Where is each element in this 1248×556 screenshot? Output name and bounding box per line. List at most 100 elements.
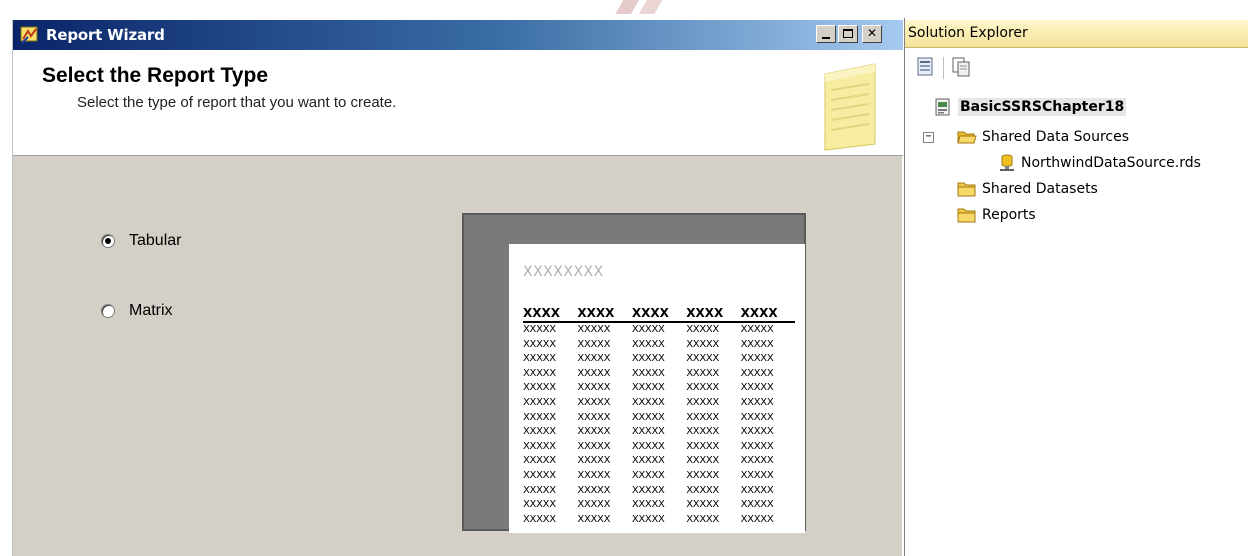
preview-row: XXXXX XXXXX XXXXX XXXXX XXXXX — [523, 352, 795, 367]
preview-cell: XXXXX — [523, 411, 556, 423]
preview-cell: XXXXX — [523, 338, 556, 350]
preview-row: XXXXX XXXXX XXXXX XXXXX XXXXX — [523, 513, 795, 528]
page-title: Select the Report Type — [42, 64, 268, 87]
preview-cell: XXXXX — [577, 513, 611, 525]
preview-cell: XXXXX — [740, 469, 774, 481]
preview-cell: XXXXX — [631, 455, 665, 467]
preview-cell: XXXXX — [686, 367, 719, 379]
solution-explorer-toolbar — [905, 48, 1248, 88]
preview-title: XXXXXXXX — [523, 264, 604, 280]
preview-cell: XXXXX — [577, 324, 611, 335]
reports-label: Reports — [982, 207, 1036, 223]
preview-cell: XXXXX — [740, 455, 774, 467]
minimize-icon — [822, 37, 830, 39]
preview-cell: XXXXX — [631, 396, 665, 408]
show-all-files-icon[interactable] — [951, 56, 973, 78]
preview-cell: XXXXX — [740, 411, 774, 423]
preview-row: XXXXX XXXXX XXXXX XXXXX XXXXX — [523, 396, 795, 411]
preview-cell: XXXXX — [631, 367, 665, 379]
preview-cell: XXXXX — [577, 382, 611, 394]
preview-row: XXXXX XXXXX XXXXX XXXXX XXXXX — [523, 484, 795, 499]
preview-header-cell: XXXX — [686, 306, 724, 320]
preview-row: XXXXX XXXXX XXXXX XXXXX XXXXX — [523, 454, 795, 469]
preview-cell: XXXXX — [686, 324, 719, 335]
window-title: Report Wizard — [46, 26, 165, 44]
preview-header-row: XXXX XXXX XXXX XXXX XXXX — [523, 306, 795, 323]
properties-icon[interactable] — [915, 56, 937, 78]
preview-cell: XXXXX — [631, 411, 665, 423]
report-type-matrix[interactable]: Matrix — [101, 302, 173, 320]
preview-cell: XXXXX — [523, 324, 556, 335]
preview-cell: XXXXX — [740, 440, 774, 452]
preview-cell: XXXXX — [686, 426, 719, 438]
minimize-button[interactable] — [816, 25, 836, 43]
report-wizard-window: Report Wizard ✕ Select the Report Type S… — [12, 20, 903, 556]
preview-header-cell: XXXX — [740, 306, 778, 320]
close-button[interactable]: ✕ — [862, 25, 882, 43]
preview-cell: XXXXX — [523, 367, 556, 379]
tree-item-shared-datasets[interactable]: Shared Datasets — [957, 178, 1098, 200]
preview-body: XXXXX XXXXX XXXXX XXXXX XXXXX XXXXX XXXXX XXXXX… — [523, 323, 795, 527]
preview-cell: XXXXX — [523, 440, 556, 452]
preview-cell: XXXXX — [686, 338, 719, 350]
matrix-radio[interactable] — [101, 304, 115, 318]
preview-cell: XXXXX — [686, 455, 719, 467]
preview-row: XXXXX XXXXX XXXXX XXXXX XXXXX — [523, 425, 795, 440]
tabular-label: Tabular — [129, 232, 182, 249]
preview-cell: XXXXX — [631, 353, 665, 365]
preview-cell: XXXXX — [577, 338, 611, 350]
report-preview: XXXXXXXX XXXX XXXX XXXX XXXX XXXX XXXXX X… — [462, 213, 806, 533]
solution-explorer-title: Solution Explorer — [908, 25, 1028, 41]
matrix-label: Matrix — [129, 302, 173, 319]
preview-cell: XXXXX — [631, 513, 665, 525]
preview-cell: XXXXX — [523, 382, 556, 394]
preview-header-cell: XXXX — [577, 306, 615, 320]
solution-explorer-title-bar[interactable]: Solution Explorer — [905, 20, 1248, 48]
wizard-header: Select the Report Type Select the type o… — [13, 50, 903, 156]
toolbar-separator — [943, 57, 944, 79]
preview-cell: XXXXX — [523, 353, 556, 365]
preview-row: XXXXX XXXXX XXXXX XXXXX XXXXX — [523, 498, 795, 513]
preview-page: XXXXXXXX XXXX XXXX XXXX XXXX XXXX XXXXX X… — [509, 244, 805, 533]
preview-cell: XXXXX — [686, 411, 719, 423]
close-icon: ✕ — [866, 26, 878, 40]
report-type-tabular[interactable]: Tabular — [101, 232, 181, 250]
preview-cell: XXXXX — [740, 513, 774, 525]
preview-cell: XXXXX — [631, 469, 665, 481]
maximize-icon — [843, 29, 853, 38]
preview-cell: XXXXX — [577, 440, 611, 452]
preview-cell: XXXXX — [631, 382, 665, 394]
preview-cell: XXXXX — [523, 426, 556, 438]
folder-icon — [957, 208, 976, 223]
preview-cell: XXXXX — [686, 440, 719, 452]
preview-cell: XXXXX — [631, 338, 665, 350]
preview-table: XXXX XXXX XXXX XXXX XXXX XXXXX XXXXX XXXXX… — [523, 306, 795, 527]
preview-cell: XXXXX — [577, 484, 611, 496]
preview-cell: XXXXX — [523, 499, 556, 511]
preview-cell: XXXXX — [523, 513, 556, 525]
project-icon — [935, 98, 950, 116]
project-label: BasicSSRSChapter18 — [958, 98, 1127, 116]
tree-item-project[interactable]: BasicSSRSChapter18 — [933, 96, 1127, 118]
tree-item-reports[interactable]: Reports — [957, 204, 1036, 226]
preview-cell: XXXXX — [686, 396, 719, 408]
tabular-radio[interactable] — [101, 234, 115, 248]
tree-item-shared-data-sources[interactable]: Shared Data Sources — [957, 126, 1129, 148]
tree-item-data-source-file[interactable]: NorthwindDataSource.rds — [998, 152, 1201, 174]
collapse-icon[interactable]: − — [923, 132, 934, 143]
preview-cell: XXXXX — [740, 484, 774, 496]
preview-cell: XXXXX — [631, 440, 665, 452]
preview-header-cell: XXXX — [631, 306, 669, 320]
preview-row: XXXXX XXXXX XXXXX XXXXX XXXXX — [523, 338, 795, 353]
preview-cell: XXXXX — [740, 324, 774, 335]
preview-cell: XXXXX — [740, 353, 774, 365]
preview-cell: XXXXX — [740, 499, 774, 511]
title-bar[interactable]: Report Wizard ✕ — [13, 20, 903, 50]
preview-cell: XXXXX — [523, 469, 556, 481]
folder-icon — [957, 182, 976, 197]
preview-header-cell: XXXX — [523, 306, 561, 320]
preview-cell: XXXXX — [523, 455, 556, 467]
maximize-button[interactable] — [838, 25, 858, 43]
preview-cell: XXXXX — [577, 396, 611, 408]
preview-cell: XXXXX — [577, 411, 611, 423]
